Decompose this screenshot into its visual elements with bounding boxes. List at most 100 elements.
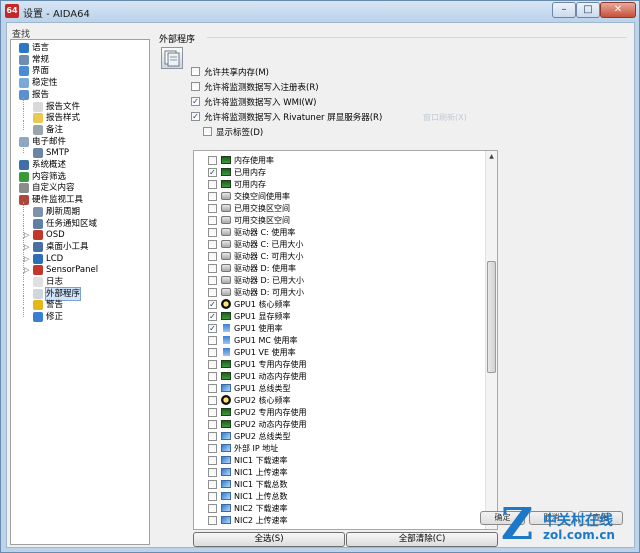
sensor-row[interactable]: 可用内存 <box>208 178 266 190</box>
sidebar-item[interactable]: 刷新周期 <box>33 206 80 218</box>
sensor-list[interactable]: 内存使用率 ✓ 已用内存 可用内存 交换空间使用率 已用交换区空间 可用交换区空间 驱动器 C… <box>193 150 498 530</box>
checkbox-icon[interactable]: ✓ <box>208 167 217 177</box>
sidebar-item[interactable]: 电子邮件 <box>19 136 66 148</box>
checkbox-icon[interactable] <box>203 127 212 136</box>
sidebar-item[interactable]: OSD <box>33 229 65 241</box>
checkbox-icon[interactable]: ✓ <box>208 323 217 333</box>
sensor-row[interactable]: GPU2 动态内存使用 <box>208 418 307 430</box>
checkbox-icon[interactable] <box>208 179 217 189</box>
expand-arrow-icon[interactable]: ▷ <box>24 231 29 239</box>
checkbox-icon[interactable] <box>208 419 217 429</box>
checkbox-icon[interactable] <box>208 335 217 345</box>
checkbox-icon[interactable]: ✓ <box>191 112 200 121</box>
checkbox-icon[interactable] <box>208 371 217 381</box>
checkbox-icon[interactable] <box>208 203 217 213</box>
sensor-row[interactable]: GPU1 MC 使用率 <box>208 334 298 346</box>
sensor-row[interactable]: ✓ GPU1 核心频率 <box>208 298 291 310</box>
sensor-row[interactable]: GPU2 总线类型 <box>208 430 291 442</box>
sidebar-item[interactable]: 界面 <box>19 65 49 77</box>
select-all-button[interactable]: 全选(S) <box>193 532 345 547</box>
sensor-row[interactable]: NIC1 下载速率 <box>208 454 288 466</box>
checkbox-icon[interactable] <box>208 359 217 369</box>
sensor-row[interactable]: GPU2 专用内存使用 <box>208 406 307 418</box>
sidebar-item[interactable]: SensorPanel <box>33 264 98 276</box>
sensor-row[interactable]: GPU2 核心频率 <box>208 394 291 406</box>
checkbox-icon[interactable] <box>208 491 217 501</box>
sensor-row[interactable]: 驱动器 D: 已用大小 <box>208 274 304 286</box>
expand-arrow-icon[interactable]: ▷ <box>24 266 29 274</box>
checkbox-icon[interactable] <box>208 431 217 441</box>
scroll-up-arrow-icon[interactable]: ▲ <box>486 151 497 163</box>
sensor-row[interactable]: ✓ GPU1 显存频率 <box>208 310 291 322</box>
sensor-row[interactable]: 可用交换区空间 <box>208 214 290 226</box>
sensor-row[interactable]: ✓ GPU1 使用率 <box>208 322 283 334</box>
sensor-row[interactable]: NIC2 上传速率 <box>208 514 288 526</box>
sensor-row[interactable]: 驱动器 C: 使用率 <box>208 226 295 238</box>
sensor-row[interactable]: GPU1 专用内存使用 <box>208 358 307 370</box>
sidebar-item[interactable]: 常规 <box>19 54 49 66</box>
sidebar-item[interactable]: 内容筛选 <box>19 171 66 183</box>
sidebar-item[interactable]: 报告文件 <box>33 101 80 113</box>
sensor-row[interactable]: 交换空间使用率 <box>208 190 290 202</box>
checkbox-icon[interactable] <box>191 82 200 91</box>
checkbox-icon[interactable]: ✓ <box>208 311 217 321</box>
checkbox-icon[interactable] <box>208 239 217 249</box>
checkbox-icon[interactable] <box>208 395 217 405</box>
expand-arrow-icon[interactable]: ▷ <box>24 243 29 251</box>
checkbox-icon[interactable]: ✓ <box>208 299 217 309</box>
sensor-row[interactable]: 驱动器 D: 使用率 <box>208 262 296 274</box>
expand-arrow-icon[interactable]: ▷ <box>24 255 29 263</box>
sidebar-item[interactable]: 自定义内容 <box>19 182 75 194</box>
option-checkbox[interactable]: 允许共享内存(M) <box>191 65 269 78</box>
sensor-row[interactable]: 已用交换区空间 <box>208 202 290 214</box>
sidebar-item[interactable]: 外部程序 <box>33 286 82 301</box>
scroll-thumb[interactable] <box>487 261 496 373</box>
sensor-row[interactable]: 驱动器 C: 可用大小 <box>208 250 303 262</box>
checkbox-icon[interactable] <box>208 515 217 525</box>
sensor-row[interactable]: NIC1 下载总数 <box>208 478 288 490</box>
sidebar-item[interactable]: 硬件监视工具 <box>19 194 83 206</box>
checkbox-icon[interactable] <box>208 191 217 201</box>
option-checkbox[interactable]: ✓ 允许将监测数据写入 Rivatuner 屏显服务器(R) <box>191 110 382 123</box>
sidebar-item[interactable]: 备注 <box>33 124 63 136</box>
sensor-row[interactable]: 驱动器 C: 已用大小 <box>208 238 303 250</box>
checkbox-icon[interactable] <box>208 215 217 225</box>
sidebar-item[interactable]: 语言 <box>19 42 49 54</box>
settings-tree[interactable]: 语言 常规 界面 稳定性 报告 报告文件 报告样式 备注 电子邮件 SMTP 系统概述 内容筛选 自定义… <box>10 39 150 545</box>
sidebar-item[interactable]: 日志 <box>33 276 63 288</box>
sidebar-item[interactable]: 警告 <box>33 299 63 311</box>
checkbox-icon[interactable] <box>208 503 217 513</box>
checkbox-icon[interactable] <box>208 407 217 417</box>
sensor-list-scrollbar[interactable]: ▲ ▼ <box>485 151 497 529</box>
sidebar-item[interactable]: LCD <box>33 253 63 265</box>
sidebar-item[interactable]: SMTP <box>33 147 69 159</box>
sensor-row[interactable]: NIC1 上传总数 <box>208 490 288 502</box>
checkbox-icon[interactable] <box>208 287 217 297</box>
checkbox-icon[interactable] <box>191 67 200 76</box>
sensor-row[interactable]: 内存使用率 <box>208 154 274 166</box>
sidebar-item[interactable]: 修正 <box>33 311 63 323</box>
sensor-row[interactable]: 外部 IP 地址 <box>208 442 278 454</box>
checkbox-icon[interactable] <box>208 275 217 285</box>
title-bar[interactable]: 64 设置 - AIDA64 – □ ✕ <box>1 1 639 21</box>
sidebar-item[interactable]: 报告样式 <box>33 112 80 124</box>
maximize-button[interactable]: □ <box>576 2 600 18</box>
checkbox-icon[interactable] <box>208 479 217 489</box>
checkbox-icon[interactable] <box>208 347 217 357</box>
sidebar-item[interactable]: 系统概述 <box>19 159 66 171</box>
sidebar-item[interactable]: 桌面小工具 <box>33 241 89 253</box>
sidebar-item[interactable]: 稳定性 <box>19 77 58 89</box>
checkbox-icon[interactable] <box>208 251 217 261</box>
sensor-row[interactable]: GPU1 VE 使用率 <box>208 346 296 358</box>
minimize-button[interactable]: – <box>552 2 576 18</box>
checkbox-icon[interactable] <box>208 383 217 393</box>
checkbox-icon[interactable] <box>208 443 217 453</box>
checkbox-icon[interactable] <box>208 155 217 165</box>
sensor-row[interactable]: NIC1 上传速率 <box>208 466 288 478</box>
sensor-row[interactable]: GPU1 动态内存使用 <box>208 370 307 382</box>
checkbox-icon[interactable] <box>208 227 217 237</box>
sidebar-item[interactable]: 任务通知区域 <box>33 218 97 230</box>
checkbox-icon[interactable] <box>208 455 217 465</box>
sensor-row[interactable]: 驱动器 D: 可用大小 <box>208 286 304 298</box>
checkbox-icon[interactable]: ✓ <box>191 97 200 106</box>
